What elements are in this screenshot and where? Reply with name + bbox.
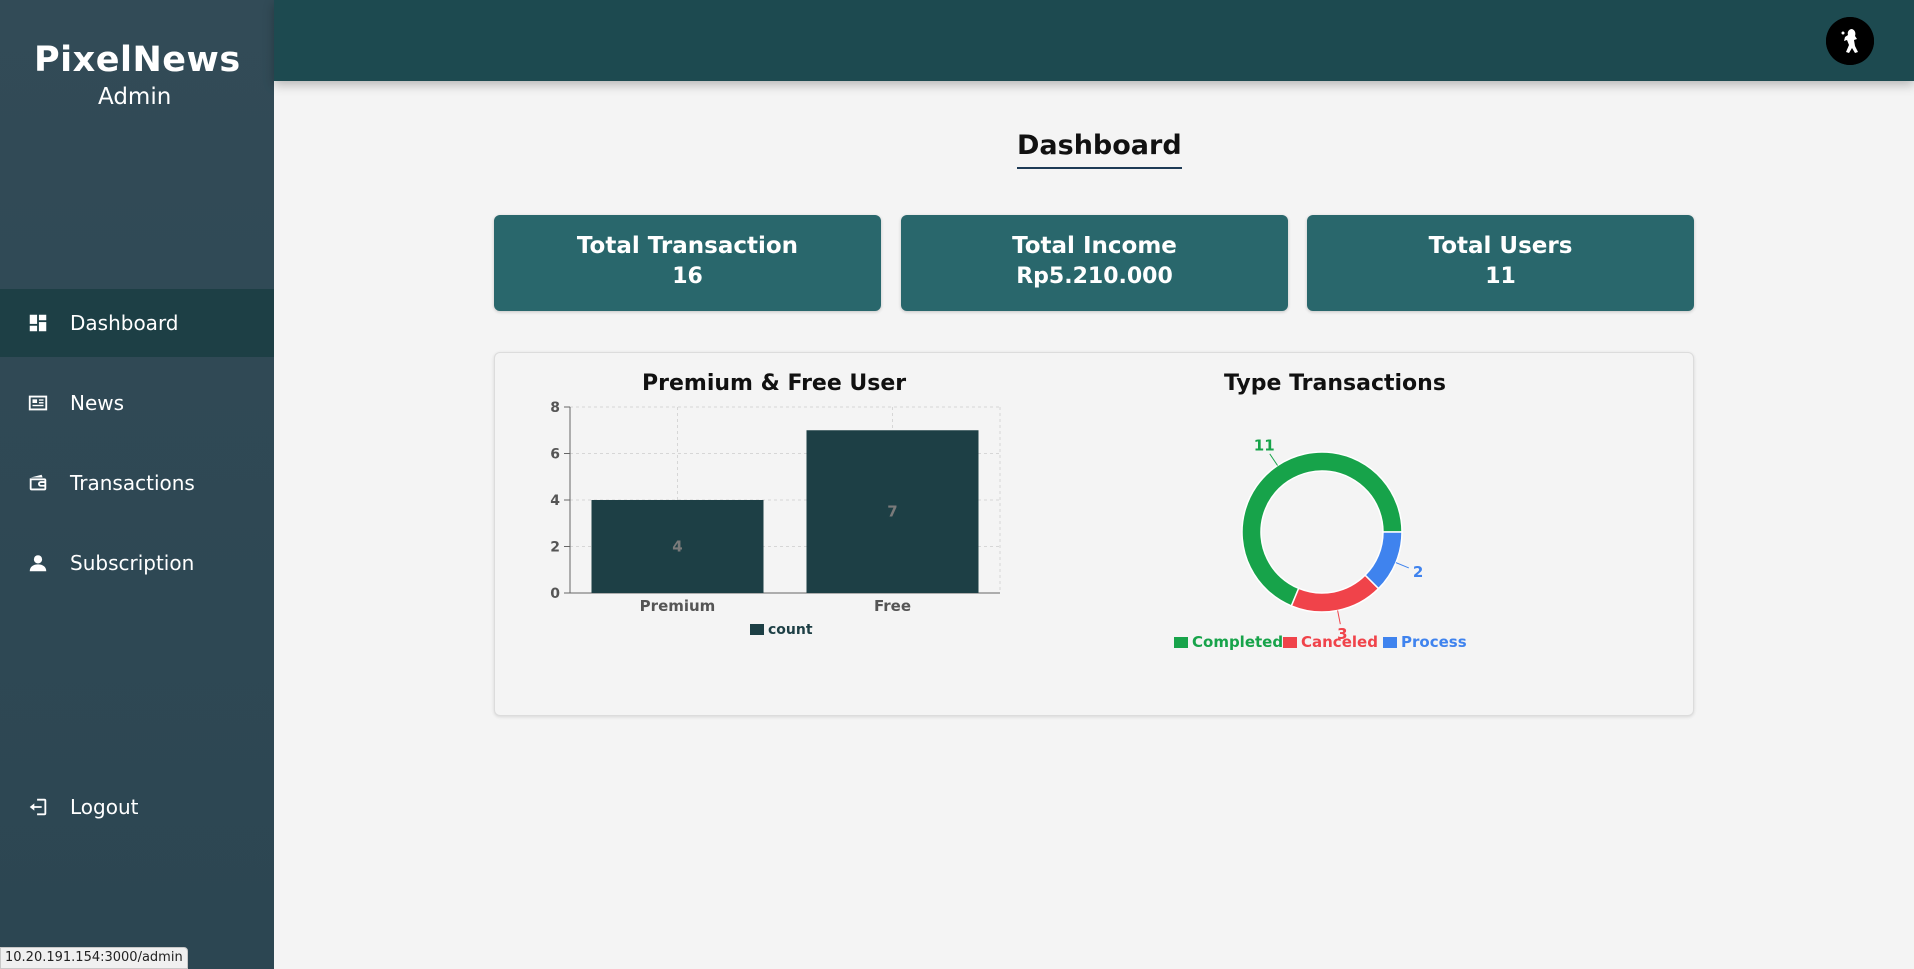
stat-value: 16 <box>672 264 703 289</box>
sidebar-item-dashboard[interactable]: Dashboard <box>0 289 274 357</box>
stat-card-total-users: Total Users 11 <box>1307 215 1694 311</box>
logout-icon <box>26 795 50 819</box>
donut-value-label: 11 <box>1254 437 1275 455</box>
stat-card-total-income: Total Income Rp5.210.000 <box>901 215 1288 311</box>
sidebar-item-label: Transactions <box>70 471 195 495</box>
stat-label: Total Income <box>1012 233 1177 259</box>
y-tick-label: 6 <box>550 447 560 463</box>
charts-panel: Premium & Free User Type Transactions 02… <box>494 352 1694 716</box>
donut-value-label: 2 <box>1413 563 1423 581</box>
sidebar-item-label: News <box>70 391 125 415</box>
x-tick-label: Premium <box>640 597 716 615</box>
status-url: 10.20.191.154:3000/admin <box>0 947 188 969</box>
news-icon <box>26 391 50 415</box>
dashboard-icon <box>26 311 50 335</box>
legend-label: Completed <box>1192 633 1283 651</box>
sidebar-item-transactions[interactable]: Transactions <box>0 449 274 517</box>
legend-swatch <box>750 624 764 635</box>
sidebar-item-subscription[interactable]: Subscription <box>0 529 274 597</box>
stat-value: 11 <box>1485 264 1516 289</box>
bar-chart: 0 2 4 6 8 4 Premium 7 Free count <box>550 400 1001 638</box>
legend-label: count <box>768 622 813 638</box>
donut-slice-canceled <box>1290 574 1380 613</box>
legend-swatch <box>1383 637 1397 648</box>
user-icon <box>26 551 50 575</box>
sidebar-item-label: Subscription <box>70 551 195 575</box>
brand-subtitle: Admin <box>98 84 172 110</box>
y-tick-label: 4 <box>550 493 560 509</box>
legend-label: Process <box>1401 633 1467 651</box>
sidebar-item-label: Dashboard <box>70 311 179 335</box>
sidebar-item-news[interactable]: News <box>0 369 274 437</box>
donut-leader-line <box>1269 453 1278 466</box>
stat-card-total-transaction: Total Transaction 16 <box>494 215 881 311</box>
donut-chart: 1132Completed Canceled Process <box>1174 437 1467 651</box>
sidebar: PixelNews Admin Dashboard News Transacti… <box>0 0 274 969</box>
brand-title: PixelNews <box>34 40 241 80</box>
stat-label: Total Users <box>1428 233 1573 259</box>
sidebar-item-label: Logout <box>70 795 139 819</box>
sidebar-item-logout[interactable]: Logout <box>0 773 274 841</box>
x-tick-label: Free <box>874 597 911 615</box>
legend-swatch <box>1174 637 1188 648</box>
y-tick-label: 0 <box>550 586 560 602</box>
avatar[interactable] <box>1826 17 1874 65</box>
donut-leader-line <box>1337 610 1341 625</box>
y-tick-label: 8 <box>550 400 560 416</box>
bar-value-label: 4 <box>672 538 682 556</box>
legend-label: Canceled <box>1301 633 1378 651</box>
stat-label: Total Transaction <box>576 233 799 259</box>
legend-swatch <box>1283 637 1297 648</box>
wallet-icon <box>26 471 50 495</box>
avatar-image <box>1826 17 1874 65</box>
top-bar <box>274 0 1914 81</box>
donut-leader-line <box>1395 562 1410 569</box>
stat-value: Rp5.210.000 <box>1016 264 1173 289</box>
donut-slice-process <box>1364 531 1403 590</box>
y-tick-label: 2 <box>550 540 560 556</box>
page-title: Dashboard <box>1017 130 1182 169</box>
bar-value-label: 7 <box>887 503 897 521</box>
